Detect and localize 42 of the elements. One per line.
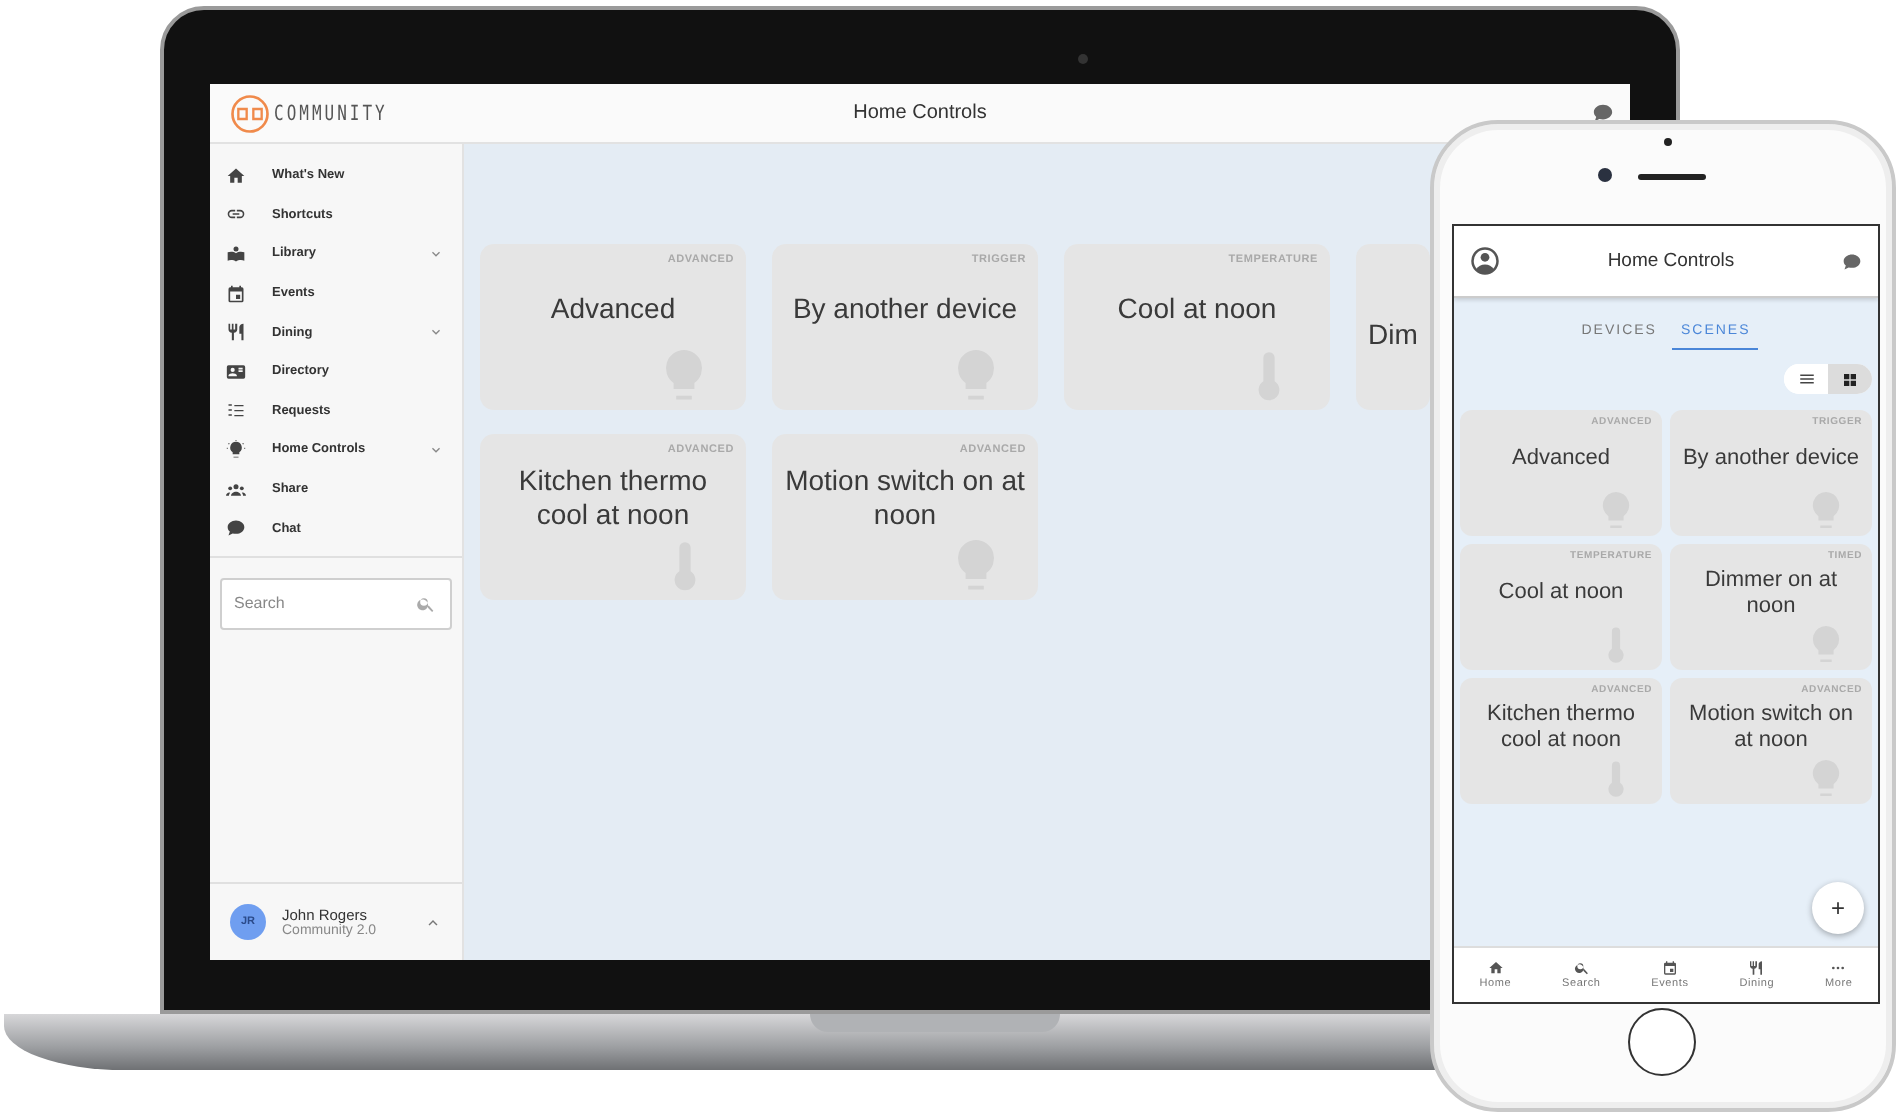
id-card-icon [226, 361, 246, 382]
search-icon [1573, 960, 1590, 976]
calendar-icon [226, 283, 246, 304]
logo-icon [230, 93, 270, 133]
scene-title: Dim [1368, 318, 1418, 352]
menu-icon [1797, 370, 1815, 388]
phone-sensor [1664, 138, 1672, 146]
logo-text: COMMUNITY [274, 101, 388, 125]
search-icon [416, 593, 436, 614]
page-title: Home Controls [1605, 250, 1737, 272]
reader-icon [226, 243, 246, 264]
scene-title: Kitchen thermo cool at noon [516, 464, 710, 532]
people-icon [226, 479, 246, 500]
scene-title: By another device [1682, 446, 1860, 474]
page-title: Home Controls [853, 102, 987, 124]
scene-title: Advanced [1512, 446, 1610, 474]
webcam [1078, 54, 1088, 64]
scene-title: Dimmer on at noon [1702, 567, 1840, 621]
scene-card[interactable]: Dim [1356, 244, 1430, 410]
checklist-icon [226, 400, 246, 421]
grid-view-button[interactable] [1828, 364, 1872, 394]
add-button[interactable]: + [1812, 882, 1864, 934]
scene-title: Advanced [550, 291, 676, 325]
grid-icon [1842, 371, 1858, 387]
search-field[interactable]: Search [220, 577, 452, 630]
chat-icon[interactable] [1592, 102, 1614, 124]
chat-icon[interactable] [1842, 251, 1862, 271]
lightbulb-icon [226, 439, 246, 460]
house-icon [1487, 960, 1504, 976]
calendar-icon [1661, 960, 1678, 976]
phone-speaker [1638, 174, 1706, 180]
scene-title: By another device [792, 291, 1018, 325]
scene-title: Kitchen thermo cool at noon [1485, 701, 1637, 755]
fork-knife-icon [1748, 960, 1765, 976]
scene-title: Motion switch on at noon [784, 464, 1026, 532]
house-icon [226, 165, 246, 186]
chat-icon [226, 518, 246, 539]
avatar-icon[interactable] [1470, 246, 1500, 276]
fork-knife-icon [226, 322, 246, 343]
scene-title: Cool at noon [1117, 291, 1277, 325]
scene-title: Cool at noon [1498, 580, 1624, 608]
scene-title: Motion switch on at noon [1687, 701, 1855, 755]
